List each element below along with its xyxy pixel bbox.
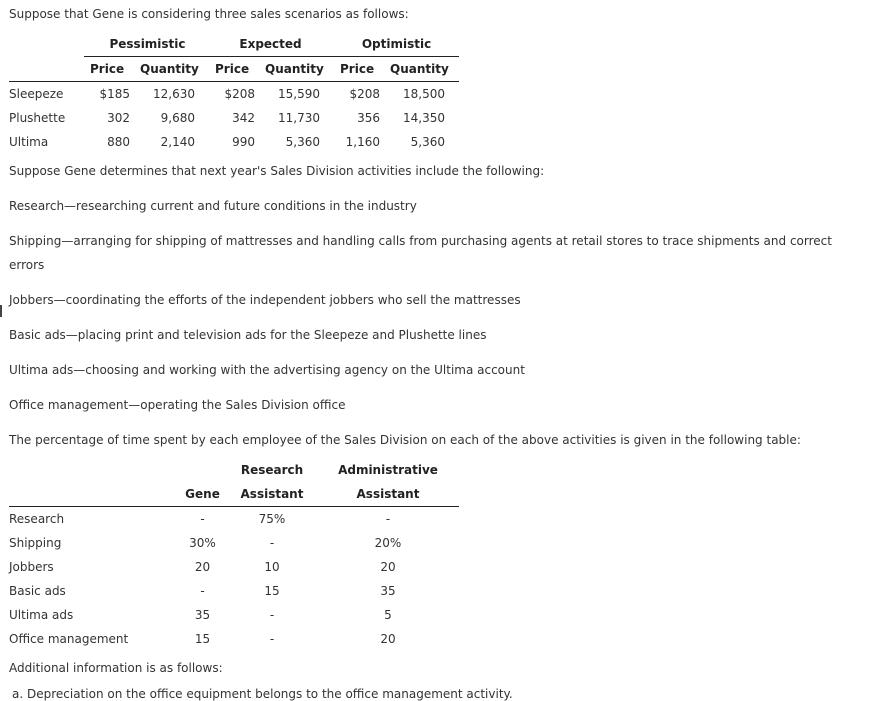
cell-admin-assistant: 20% xyxy=(374,536,402,550)
cell-admin-assistant: 20 xyxy=(380,632,396,646)
cell-research-assistant: 75% xyxy=(258,512,286,526)
time-intro: The percentage of time spent by each emp… xyxy=(9,433,801,447)
cell-research-assistant: - xyxy=(269,632,275,646)
additional-item-a: a. Depreciation on the office equipment … xyxy=(12,687,513,701)
cell: $208 xyxy=(349,87,380,101)
edge-marker xyxy=(0,305,2,317)
cell: 356 xyxy=(357,111,380,125)
activity-research: Research—researching current and future … xyxy=(9,199,417,213)
cell: $185 xyxy=(99,87,130,101)
activity-shipping: Shipping—arranging for shipping of mattr… xyxy=(9,234,832,248)
header-research-bottom: Assistant xyxy=(240,487,304,501)
cell-research-assistant: 15 xyxy=(264,584,280,598)
activity-shipping-cont: errors xyxy=(9,258,45,272)
group-header-optimistic: Optimistic xyxy=(361,37,432,51)
cell-gene: - xyxy=(200,584,205,598)
cell-gene: 35 xyxy=(194,608,211,622)
cell-admin-assistant: 5 xyxy=(384,608,392,622)
subheader-quantity: Quantity xyxy=(390,62,449,76)
activities-intro: Suppose Gene determines that next year's… xyxy=(9,164,545,178)
header-rule xyxy=(9,506,459,507)
cell-admin-assistant: 20 xyxy=(380,560,396,574)
cell: $208 xyxy=(224,87,255,101)
cell: 15,590 xyxy=(278,87,320,101)
subheader-price: Price xyxy=(340,62,375,76)
activity-basic-ads: Basic ads—placing print and television a… xyxy=(9,328,487,342)
group-header-rule xyxy=(84,56,459,57)
row-label: Plushette xyxy=(9,111,66,125)
cell-admin-assistant: - xyxy=(385,512,391,526)
header-admin-top: Administrative xyxy=(338,463,438,477)
cell: 12,630 xyxy=(153,87,195,101)
cell-gene: 15 xyxy=(194,632,211,646)
header-admin-bottom: Assistant xyxy=(356,487,420,501)
row-label: Ultima ads xyxy=(9,608,74,622)
cell: 1,160 xyxy=(345,135,380,149)
cell: 5,360 xyxy=(285,135,320,149)
cell-research-assistant: - xyxy=(269,536,275,550)
group-header-expected: Expected xyxy=(239,37,302,51)
cell: 11,730 xyxy=(278,111,320,125)
row-label: Research xyxy=(9,512,65,526)
cell-research-assistant: - xyxy=(269,608,275,622)
cell-admin-assistant: 35 xyxy=(380,584,396,598)
header-gene: Gene xyxy=(185,487,220,501)
cell: 342 xyxy=(232,111,255,125)
header-research-top: Research xyxy=(240,463,304,477)
subheader-quantity: Quantity xyxy=(140,62,199,76)
row-label: Jobbers xyxy=(9,560,54,574)
subheader-rule xyxy=(9,81,459,82)
row-label: Ultima xyxy=(9,135,49,149)
row-label: Sleepeze xyxy=(9,87,64,101)
group-header-pessimistic: Pessimistic xyxy=(109,37,186,51)
activity-office-management: Office management—operating the Sales Di… xyxy=(9,398,346,412)
activity-ultima-ads: Ultima ads—choosing and working with the… xyxy=(9,363,525,377)
cell: 990 xyxy=(232,135,255,149)
subheader-price: Price xyxy=(215,62,250,76)
cell: 302 xyxy=(107,111,130,125)
subheader-price: Price xyxy=(90,62,125,76)
additional-intro: Additional information is as follows: xyxy=(9,661,223,675)
row-label: Office management xyxy=(9,632,129,646)
cell-gene: 20 xyxy=(194,560,211,574)
cell: 5,360 xyxy=(410,135,445,149)
cell: 880 xyxy=(107,135,130,149)
activity-jobbers: Jobbers—coordinating the efforts of the … xyxy=(9,293,521,307)
cell: 14,350 xyxy=(403,111,445,125)
cell-gene: - xyxy=(200,512,205,526)
cell: 18,500 xyxy=(403,87,445,101)
cell-gene: 30% xyxy=(189,536,216,550)
subheader-quantity: Quantity xyxy=(265,62,324,76)
intro-text: Suppose that Gene is considering three s… xyxy=(9,7,409,21)
row-label: Shipping xyxy=(9,536,62,550)
cell-research-assistant: 10 xyxy=(264,560,280,574)
cell: 2,140 xyxy=(160,135,195,149)
cell: 9,680 xyxy=(160,111,195,125)
row-label: Basic ads xyxy=(9,584,66,598)
